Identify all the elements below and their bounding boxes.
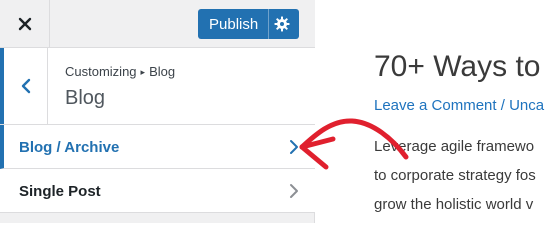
post-excerpt-line: to corporate strategy fos: [374, 167, 536, 184]
post-meta-link[interactable]: Leave a Comment / Unca: [374, 97, 544, 114]
customizer-sidebar: Publish Customizing ▸ Blog Blog Blog / A…: [0, 0, 315, 223]
close-button[interactable]: [0, 0, 50, 47]
publish-button[interactable]: Publish: [198, 9, 299, 39]
menu-item-single-post[interactable]: Single Post: [0, 169, 315, 213]
chevron-right-icon: [290, 184, 298, 198]
breadcrumb-parent: Customizing: [65, 64, 137, 79]
site-preview: 70+ Ways to Leave a Comment / Unca Lever…: [315, 0, 550, 223]
back-button[interactable]: [0, 48, 48, 124]
post-excerpt-line: Leverage agile framewo: [374, 138, 535, 155]
menu-item-blog-archive[interactable]: Blog / Archive: [0, 125, 315, 169]
menu-item-label: Blog / Archive: [19, 139, 120, 156]
post-title[interactable]: 70+ Ways to: [374, 50, 540, 84]
close-icon: [18, 17, 31, 30]
section-title: Blog: [65, 87, 106, 109]
chevron-left-icon: [21, 78, 30, 94]
section-header: Customizing ▸ Blog Blog: [0, 48, 315, 125]
customizer-header: Publish: [0, 0, 315, 48]
breadcrumb-current: Blog: [149, 64, 176, 79]
gear-icon[interactable]: [274, 16, 290, 32]
breadcrumb: Customizing ▸ Blog: [65, 64, 175, 79]
menu-item-label: Single Post: [19, 183, 101, 200]
publish-label: Publish: [209, 15, 259, 33]
post-excerpt-line: grow the holistic world v: [374, 196, 534, 213]
breadcrumb-separator-icon: ▸: [140, 67, 146, 77]
publish-divider: [268, 9, 269, 39]
chevron-right-icon: [290, 140, 298, 154]
